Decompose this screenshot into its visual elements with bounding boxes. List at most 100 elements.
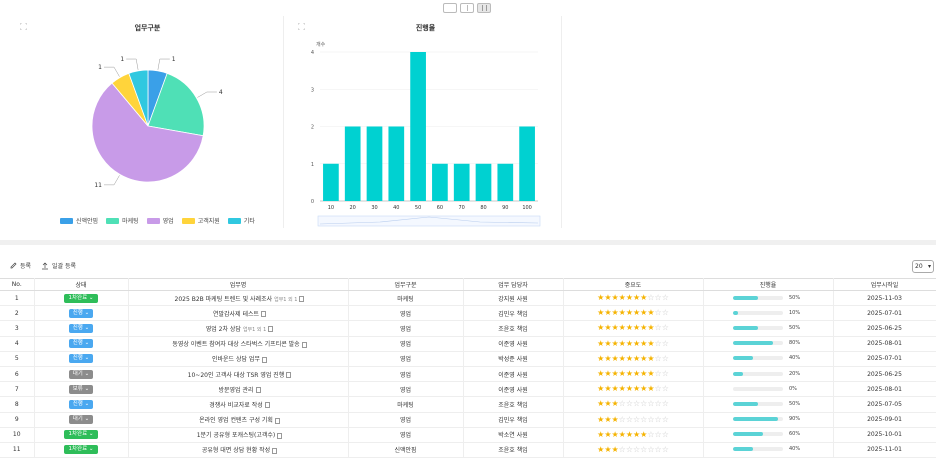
star-icon[interactable]: ★ (611, 370, 618, 378)
status-badge[interactable]: 1차완료 ⌄ (64, 293, 98, 303)
star-icon[interactable]: ★ (597, 370, 604, 378)
star-icon[interactable]: ☆ (662, 430, 669, 439)
task-name-link[interactable]: 방문영업 관리 (218, 387, 253, 394)
star-icon[interactable]: ★ (626, 370, 633, 378)
table-row[interactable]: 9 대기 ⌄ 온라인 영업 컨텐츠 구성 기획 영업 김민우 책임 ★ ★ ★ ☆ ☆ ☆ ☆ ☆ ☆ ☆ 9… (0, 412, 936, 428)
table-row[interactable]: 2 진행 ⌄ 연말감사제 테스트 영업 김민우 책임 ★ ★ ★ ★ ★ ★ ★ ★ ☆ ☆ 10% 2025-… (0, 305, 936, 322)
task-name-link[interactable]: 동영상 이벤트 참여자 대상 스타벅스 기프티콘 발송 (172, 341, 299, 348)
bar[interactable] (475, 163, 492, 201)
table-row[interactable]: 5 진행 ⌄ 인바운드 상담 업무 영업 박성준 사원 ★ ★ ★ ★ ★ ★ ★ ★ ☆ ☆ 40% 2025… (0, 351, 936, 367)
star-icon[interactable]: ★ (633, 309, 640, 317)
document-icon[interactable] (277, 432, 283, 439)
star-icon[interactable]: ★ (604, 309, 611, 317)
table-row[interactable]: 6 대기 ⌄ 10~20인 고객사 대상 TSR 영업 진행 영업 이준영 사원 ★ ★ ★ ★… (0, 366, 936, 383)
star-rating[interactable]: ★ ★ ★ ☆ ☆ ☆ ☆ ☆ ☆ ☆ (597, 400, 669, 408)
star-icon[interactable]: ★ (640, 294, 647, 302)
star-rating[interactable]: ★ ★ ★ ★ ★ ★ ★ ★ ☆ ☆ (597, 324, 669, 332)
star-icon[interactable]: ★ (626, 354, 633, 363)
star-rating[interactable]: ★ ★ ★ ★ ★ ★ ★ ☆ ☆ ☆ (597, 294, 669, 302)
star-icon[interactable]: ☆ (626, 415, 633, 424)
star-icon[interactable]: ☆ (662, 385, 669, 393)
star-icon[interactable]: ★ (633, 294, 640, 302)
star-icon[interactable]: ☆ (626, 445, 633, 454)
bar[interactable] (453, 163, 470, 201)
bar[interactable] (388, 126, 405, 202)
star-icon[interactable]: ★ (611, 430, 618, 439)
task-name-link[interactable]: 2025 B2B 마케팅 트렌드 및 사례조사 (175, 296, 273, 303)
star-icon[interactable]: ★ (597, 430, 604, 439)
task-name-link[interactable]: 10~20인 고객사 대상 TSR 영업 진행 (188, 372, 285, 379)
status-badge[interactable]: 대기 ⌄ (68, 415, 94, 425)
bar[interactable] (410, 52, 426, 201)
bar[interactable] (344, 126, 361, 202)
header-category[interactable]: 업무구분 (348, 278, 464, 291)
star-icon[interactable]: ★ (597, 354, 604, 363)
star-rating[interactable]: ★ ★ ★ ★ ★ ★ ★ ☆ ☆ ☆ (597, 430, 669, 439)
bar[interactable] (323, 163, 339, 201)
star-icon[interactable]: ★ (619, 294, 626, 302)
star-icon[interactable]: ☆ (640, 415, 647, 424)
table-row[interactable]: 4 진행 ⌄ 동영상 이벤트 참여자 대상 스타벅스 기프티콘 발송 영업 이준영 사원… (0, 336, 936, 352)
status-badge[interactable]: 진행 ⌄ (68, 399, 94, 409)
document-icon[interactable] (272, 447, 278, 454)
star-icon[interactable]: ★ (611, 354, 618, 363)
zoom-slider[interactable] (317, 215, 541, 227)
star-icon[interactable]: ★ (647, 385, 654, 393)
star-icon[interactable]: ☆ (619, 400, 626, 408)
document-icon[interactable] (255, 387, 261, 394)
star-icon[interactable]: ★ (611, 385, 618, 393)
table-row[interactable]: 10 1차완료 ⌄ 1분기 공유형 포캐스팅(고객수) 영업 박소연 사원 ★ ★ ★ ★ ★ ★ ★… (0, 427, 936, 443)
star-icon[interactable]: ☆ (655, 309, 662, 317)
header-importance[interactable]: 중요도 (563, 278, 704, 291)
star-rating[interactable]: ★ ★ ★ ★ ★ ★ ★ ★ ☆ ☆ (597, 354, 669, 363)
star-icon[interactable]: ★ (626, 294, 633, 302)
star-icon[interactable]: ★ (640, 385, 647, 393)
star-icon[interactable]: ☆ (647, 415, 654, 424)
header-owner[interactable]: 업무 담당자 (463, 278, 564, 291)
star-icon[interactable]: ★ (619, 354, 626, 363)
star-icon[interactable]: ★ (619, 324, 626, 332)
star-icon[interactable]: ★ (604, 370, 611, 378)
star-icon[interactable]: ★ (604, 400, 611, 408)
header-no[interactable]: No. (0, 278, 35, 291)
document-icon[interactable] (299, 296, 305, 303)
star-icon[interactable]: ★ (611, 294, 618, 302)
star-icon[interactable]: ☆ (633, 445, 640, 454)
document-icon[interactable] (261, 311, 267, 318)
star-icon[interactable]: ★ (611, 415, 618, 424)
star-icon[interactable]: ★ (597, 445, 604, 454)
star-rating[interactable]: ★ ★ ★ ☆ ☆ ☆ ☆ ☆ ☆ ☆ (597, 415, 669, 424)
star-icon[interactable]: ★ (633, 385, 640, 393)
star-icon[interactable]: ★ (619, 430, 626, 439)
star-icon[interactable]: ★ (604, 354, 611, 363)
star-icon[interactable]: ☆ (662, 354, 669, 363)
bar[interactable] (519, 126, 535, 202)
star-icon[interactable]: ★ (633, 430, 640, 439)
header-progress[interactable]: 진행율 (703, 278, 834, 291)
star-icon[interactable]: ★ (640, 430, 647, 439)
star-icon[interactable]: ★ (611, 324, 618, 332)
table-row[interactable]: 11 1차완료 ⌄ 공유형 대면 상담 현황 작성 신액안핌 조윤호 책임 ★ ★ ★ ☆ ☆ ☆ ☆… (0, 442, 936, 459)
task-name-link[interactable]: 연말감사제 테스트 (213, 311, 259, 318)
bar[interactable] (366, 126, 383, 202)
star-icon[interactable]: ★ (633, 354, 640, 363)
task-name-link[interactable]: 인바운드 상담 업무 (212, 356, 260, 363)
star-icon[interactable]: ☆ (655, 430, 662, 439)
star-icon[interactable]: ★ (597, 400, 604, 408)
star-icon[interactable]: ☆ (662, 309, 669, 317)
bar[interactable] (497, 163, 514, 201)
status-badge[interactable]: 1차완료 ⌄ (64, 430, 98, 440)
star-icon[interactable]: ☆ (662, 294, 669, 302)
table-row[interactable]: 1 1차완료 ⌄ 2025 B2B 마케팅 트렌드 및 사례조사 업무1 외 1 마케팅… (0, 290, 936, 307)
star-icon[interactable]: ☆ (662, 400, 669, 408)
document-icon[interactable] (274, 417, 280, 424)
single-view-icon[interactable] (443, 3, 457, 13)
star-rating[interactable]: ★ ★ ★ ★ ★ ★ ★ ★ ☆ ☆ (597, 370, 669, 378)
star-icon[interactable]: ★ (640, 354, 647, 363)
star-icon[interactable]: ☆ (633, 400, 640, 408)
table-row[interactable]: 8 진행 ⌄ 경쟁사 비교자료 작성 마케팅 조윤호 책임 ★ ★ ★ ☆ ☆ ☆ ☆ ☆ ☆ ☆ 50% 20… (0, 396, 936, 413)
table-row[interactable]: 7 보류 ⌄ 방문영업 관리 영업 이준영 사원 ★ ★ ★ ★ ★ ★ ★ ★ ☆ ☆ 0% 2025-08-… (0, 381, 936, 398)
star-icon[interactable]: ★ (626, 309, 633, 317)
star-icon[interactable]: ★ (611, 309, 618, 317)
status-badge[interactable]: 진행 ⌄ (68, 308, 94, 318)
